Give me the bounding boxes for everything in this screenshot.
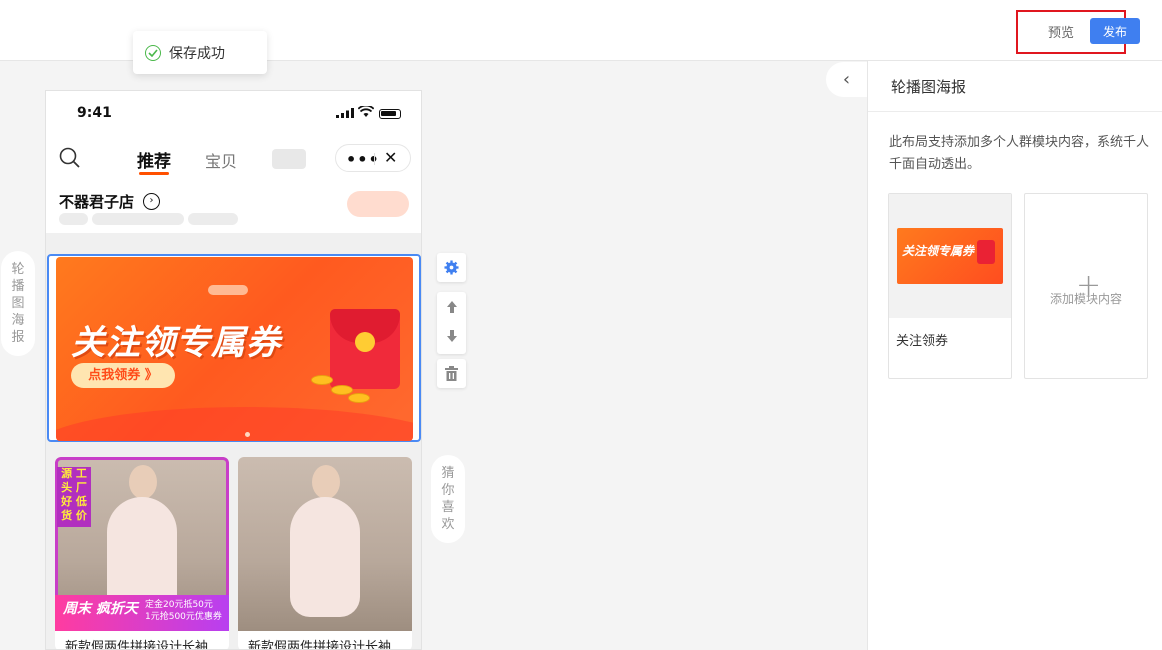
coin-stack-decoration (348, 393, 370, 403)
guess-you-like-tag[interactable]: 猜 你 喜 欢 (431, 455, 465, 543)
chevron-right-circle-icon[interactable]: › (143, 193, 160, 210)
search-icon[interactable] (59, 147, 81, 169)
follow-button[interactable] (347, 191, 409, 217)
tag-char: 报 (11, 330, 25, 345)
phone-preview: 9:41 推荐 宝贝 ••• ✕ 不器君子店 › 关注领专属券 点我领券 》 源… (45, 90, 422, 650)
preview-button[interactable]: 预览 (1040, 19, 1082, 43)
chevron-left-icon: ‹ (842, 69, 851, 90)
shop-meta-placeholder (188, 213, 238, 225)
shop-meta-placeholder (59, 213, 88, 225)
tag-char: 猜 (441, 466, 455, 481)
module-settings-group (437, 253, 466, 282)
promo-title: 周末 疯折天 (63, 601, 138, 617)
check-circle-icon (145, 44, 161, 61)
product-card[interactable]: 源 工 头 厂 好 低 货 价 周末 疯折天 定金20元抵50元 1元抢500元优… (55, 457, 229, 649)
toast-message: 保存成功 (169, 45, 225, 62)
banner-title: 关注领专属券 (71, 323, 281, 363)
save-success-toast: 保存成功 (133, 31, 267, 74)
coin-stack-decoration (331, 385, 353, 395)
tag-char: 你 (441, 483, 455, 498)
collapse-panel-button[interactable]: ‹ (826, 62, 867, 97)
banner-cta-button: 点我领券 》 (71, 363, 175, 388)
module-card-label: 关注领券 (896, 334, 949, 349)
wifi-icon (358, 106, 374, 117)
trash-icon[interactable] (437, 359, 466, 388)
factory-price-badge: 源 工 头 厂 好 低 货 价 (57, 467, 91, 527)
panel-title: 轮播图海报 (868, 61, 1162, 112)
carousel-module-selected[interactable]: 关注领专属券 点我领券 》 (47, 254, 421, 442)
shop-meta-placeholder (92, 213, 184, 225)
tab-products[interactable]: 宝贝 (205, 148, 237, 172)
signal-icon (336, 108, 354, 118)
weekend-promo-strip: 周末 疯折天 定金20元抵50元 1元抢500元优惠券 (55, 595, 229, 631)
red-envelope-icon (330, 309, 400, 389)
shop-header: 不器君子店 › (46, 181, 421, 233)
tag-char: 喜 (441, 500, 455, 515)
move-buttons-group (437, 292, 466, 354)
add-module-card[interactable]: + 添加模块内容 (1024, 193, 1148, 379)
tab-recommend[interactable]: 推荐 (137, 147, 171, 172)
status-time: 9:41 (77, 105, 112, 121)
arrow-down-icon[interactable] (437, 321, 466, 350)
module-thumbnail: 关注领专属券 (889, 194, 1011, 318)
tag-char: 图 (11, 296, 25, 311)
banner-wave-decoration (56, 407, 413, 441)
carousel-settings-panel: 轮播图海报 此布局支持添加多个人群模块内容，系统千人千面自动透出。 关注领专属券… (867, 61, 1162, 650)
capsule-divider (374, 153, 375, 165)
tag-char: 欢 (441, 517, 455, 532)
promo-text: 定金20元抵50元 1元抢500元优惠券 (145, 600, 222, 622)
capsule-menu: ••• ✕ (335, 144, 411, 172)
product-title: 新款假两件拼接设计长袖 (55, 631, 229, 649)
product-card[interactable]: 新款假两件拼接设计长袖 (238, 457, 412, 649)
close-icon[interactable]: ✕ (384, 148, 397, 167)
status-bar: 9:41 (46, 91, 421, 136)
shop-name[interactable]: 不器君子店 (59, 191, 134, 212)
carousel-poster-tag[interactable]: 轮 播 图 海 报 (1, 251, 35, 356)
tab-placeholder[interactable] (272, 149, 306, 169)
shop-nav-bar: 推荐 宝贝 ••• ✕ (46, 136, 421, 181)
coin-stack-decoration (311, 375, 333, 385)
product-title: 新款假两件拼接设计长袖 (238, 631, 412, 649)
active-tab-underline (139, 172, 169, 175)
carousel-indicator-dot (245, 432, 250, 437)
battery-icon (379, 109, 401, 119)
cloud-decoration (208, 285, 248, 295)
add-module-label: 添加模块内容 (1049, 292, 1122, 306)
module-card-follow-coupon[interactable]: 关注领专属券 关注领券 (888, 193, 1012, 379)
carousel-banner-image[interactable]: 关注领专属券 点我领券 》 (56, 257, 413, 441)
delete-button-group (437, 359, 466, 388)
panel-description: 此布局支持添加多个人群模块内容，系统千人千面自动透出。 (889, 135, 1150, 172)
tag-char: 轮 (11, 262, 25, 277)
publish-button[interactable]: 发布 (1090, 18, 1140, 44)
arrow-up-icon[interactable] (437, 292, 466, 321)
product-image (238, 457, 412, 631)
tag-char: 海 (11, 313, 25, 328)
gear-icon[interactable] (437, 253, 466, 282)
tag-char: 播 (11, 279, 25, 294)
